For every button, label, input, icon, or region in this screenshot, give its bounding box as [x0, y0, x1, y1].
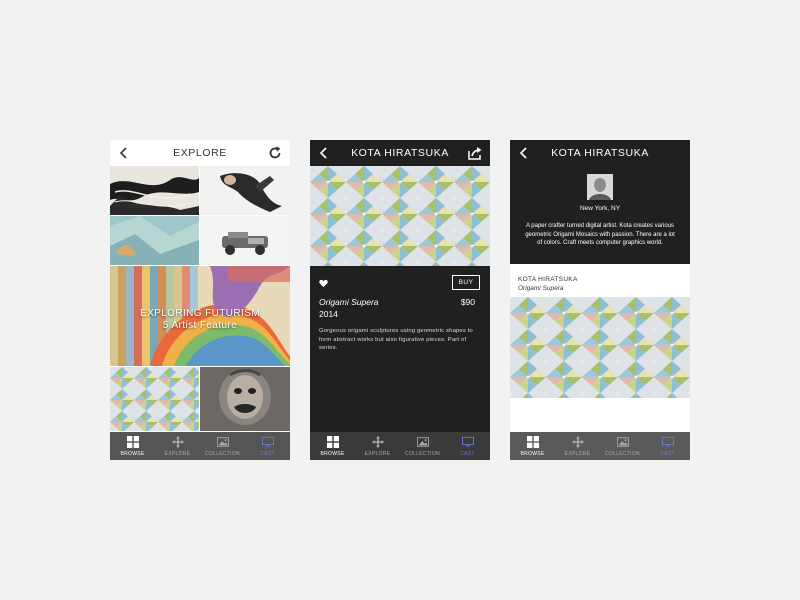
work-artist-name: KOTA HIRATSUKA — [518, 276, 578, 283]
artist-name: KOTA HIRATSUKA — [551, 147, 649, 159]
nav-label: CAST — [260, 451, 275, 457]
artwork-detail-screen: KOTA HIRATSUKA BUY Origami Supera 2014 $… — [310, 140, 490, 460]
buy-button[interactable]: BUY — [452, 275, 480, 290]
nav-cast[interactable]: CAST — [245, 432, 290, 460]
nav-browse[interactable]: BROWSE — [110, 432, 155, 460]
share-icon[interactable] — [468, 146, 482, 160]
page-title: EXPLORE — [173, 147, 227, 159]
grid-icon — [326, 436, 339, 448]
image-icon — [616, 437, 629, 447]
nav-cast[interactable]: CAST — [445, 432, 490, 460]
image-icon — [216, 437, 229, 447]
nav-label: CAST — [660, 451, 675, 457]
nav-label: EXPLORE — [164, 451, 191, 457]
nav-cast[interactable]: CAST — [645, 432, 690, 460]
nav-label: EXPLORE — [364, 451, 391, 457]
nav-explore[interactable]: EXPLORE — [355, 432, 400, 460]
artwork-thumbnail[interactable] — [110, 367, 199, 431]
feature-title: EXPLORING FUTURISM — [140, 308, 260, 319]
bottom-navigation: BROWSE EXPLORE COLLECTION CAST — [110, 432, 290, 460]
artwork-image[interactable] — [310, 166, 490, 266]
artist-topbar: KOTA HIRATSUKA — [510, 140, 690, 166]
nav-label: BROWSE — [120, 451, 145, 457]
artwork-description: Gorgeous origami sculptures using geomet… — [319, 328, 473, 352]
nav-label: COLLECTION — [405, 451, 440, 457]
monitor-icon — [661, 436, 674, 447]
explore-header: EXPLORE — [110, 140, 290, 166]
artwork-thumbnail[interactable] — [200, 166, 290, 215]
monitor-icon — [461, 436, 474, 447]
feature-subtitle: 5 Artist Feature — [162, 320, 238, 331]
nav-label: BROWSE — [520, 451, 545, 457]
artwork-thumbnail[interactable] — [200, 367, 290, 431]
artwork-header: KOTA HIRATSUKA — [310, 140, 490, 166]
artist-profile-screen: KOTA HIRATSUKA New York, NY A paper craf… — [510, 140, 690, 460]
chevron-left-icon[interactable] — [318, 147, 330, 159]
explore-screen: EXPLORE EXPLORING FUTURISM 5 Artist Feat… — [110, 140, 290, 460]
nav-browse[interactable]: BROWSE — [310, 432, 355, 460]
artwork-title: Origami Supera — [319, 297, 379, 307]
nav-collection[interactable]: COLLECTION — [400, 432, 445, 460]
move-icon — [571, 436, 584, 448]
artist-location: New York, NY — [579, 205, 621, 212]
nav-collection[interactable]: COLLECTION — [200, 432, 245, 460]
heart-icon[interactable] — [319, 279, 328, 288]
bottom-navigation: BROWSE EXPLORE COLLECTION CAST — [310, 432, 490, 460]
nav-collection[interactable]: COLLECTION — [600, 432, 645, 460]
artist-header: KOTA HIRATSUKA New York, NY A paper craf… — [510, 140, 690, 264]
artwork-year: 2014 — [319, 309, 338, 319]
move-icon — [371, 436, 384, 448]
grid-icon — [526, 436, 539, 448]
move-icon — [171, 436, 184, 448]
nav-explore[interactable]: EXPLORE — [155, 432, 200, 460]
artwork-image[interactable] — [510, 297, 690, 398]
refresh-icon[interactable] — [268, 146, 282, 160]
nav-label: CAST — [460, 451, 475, 457]
artwork-thumbnail[interactable] — [110, 166, 199, 215]
image-icon — [416, 437, 429, 447]
bottom-navigation: BROWSE EXPLORE COLLECTION CAST — [510, 432, 690, 460]
nav-label: EXPLORE — [564, 451, 591, 457]
nav-browse[interactable]: BROWSE — [510, 432, 555, 460]
work-title[interactable]: Origami Supera — [518, 285, 564, 292]
artwork-price: $90 — [460, 297, 475, 307]
chevron-left-icon[interactable] — [518, 147, 530, 159]
chevron-left-icon[interactable] — [118, 147, 130, 159]
nav-label: BROWSE — [320, 451, 345, 457]
monitor-icon — [261, 436, 274, 447]
artist-bio: A paper crafter turned digital artist. K… — [525, 223, 675, 247]
avatar — [587, 174, 613, 200]
grid-icon — [126, 436, 139, 448]
nav-label: COLLECTION — [205, 451, 240, 457]
artwork-thumbnail[interactable] — [110, 216, 199, 265]
nav-explore[interactable]: EXPLORE — [555, 432, 600, 460]
nav-label: COLLECTION — [605, 451, 640, 457]
artist-name[interactable]: KOTA HIRATSUKA — [351, 147, 449, 159]
artwork-thumbnail[interactable] — [200, 216, 290, 265]
